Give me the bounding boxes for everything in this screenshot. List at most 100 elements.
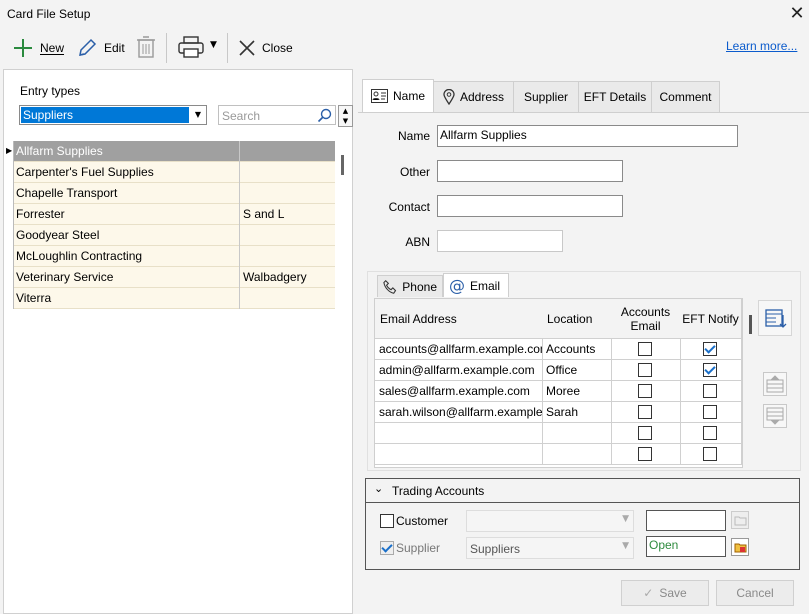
card-name: Viterra [16, 291, 52, 305]
name-field[interactable]: Allfarm Supplies [437, 125, 738, 147]
accounts-email-checkbox[interactable] [638, 384, 652, 398]
new-button[interactable]: New [12, 33, 64, 63]
card-row[interactable]: Carpenter's Fuel Supplies [4, 162, 335, 183]
email-address-cell[interactable] [375, 423, 543, 444]
chevron-down-icon: ▼ [622, 541, 629, 551]
customer-status-field[interactable] [646, 510, 726, 531]
customer-lookup-button[interactable] [731, 511, 749, 529]
eft-notify-checkbox[interactable] [703, 342, 717, 356]
email-address-cell[interactable]: accounts@allfarm.example.com [375, 339, 543, 360]
column-divider [239, 162, 240, 183]
tab-comment[interactable]: Comment [651, 81, 720, 112]
email-location-cell[interactable] [542, 423, 612, 444]
card-name: Chapelle Transport [16, 186, 118, 200]
save-button[interactable]: ✓ Save [621, 580, 709, 606]
abn-field[interactable] [437, 230, 563, 252]
column-divider [239, 288, 240, 309]
contact-field[interactable] [437, 195, 623, 217]
tab-eft-details[interactable]: EFT Details [578, 81, 652, 112]
column-divider [239, 225, 240, 246]
move-row-up-button[interactable] [763, 372, 787, 396]
email-location-cell[interactable]: Moree [542, 381, 612, 402]
accounts-email-header: Accounts Email [611, 299, 681, 339]
chevron-down-icon: ▼ [622, 514, 629, 524]
learn-more-link[interactable]: Learn more... [726, 39, 797, 53]
toolbar-divider [166, 33, 167, 63]
print-button[interactable] [178, 35, 206, 62]
card-row[interactable]: Forrester S and L [4, 204, 335, 225]
card-row[interactable]: Veterinary Service Walbadgery [4, 267, 335, 288]
card-row[interactable]: Viterra [4, 288, 335, 309]
move-row-down-button[interactable] [763, 404, 787, 428]
email-eft-cell [680, 339, 742, 360]
email-address-cell[interactable] [375, 444, 543, 465]
card-row[interactable]: Chapelle Transport [4, 183, 335, 204]
name-label: Name [397, 129, 430, 143]
email-eft-cell [680, 360, 742, 381]
supplier-checkbox[interactable] [380, 541, 394, 555]
other-field[interactable] [437, 160, 623, 182]
print-dropdown-icon[interactable]: ▼ [210, 40, 217, 50]
eft-notify-checkbox[interactable] [703, 384, 717, 398]
supplier-account-value: Suppliers [470, 542, 521, 556]
tab-email[interactable]: @ Email [443, 273, 509, 297]
supplier-status-field[interactable]: Open [646, 536, 726, 557]
eft-notify-checkbox[interactable] [703, 363, 717, 377]
edit-button[interactable]: Edit [76, 33, 125, 63]
grid-options-button[interactable] [758, 300, 792, 336]
accounts-email-checkbox[interactable] [638, 447, 652, 461]
customer-checkbox[interactable] [380, 514, 394, 528]
row-indicator [4, 162, 14, 183]
close-icon [239, 40, 255, 56]
email-address-cell[interactable]: sales@allfarm.example.com [375, 381, 543, 402]
window-close-icon[interactable]: ✕ [787, 4, 807, 24]
accounts-email-checkbox[interactable] [638, 363, 652, 377]
accounts-email-checkbox[interactable] [638, 405, 652, 419]
card-row[interactable]: Goodyear Steel [4, 225, 335, 246]
card-grid-scrollbar[interactable] [341, 155, 344, 175]
tab-supplier[interactable]: Supplier [513, 81, 579, 112]
tab-address[interactable]: Address [433, 81, 514, 112]
column-divider [239, 246, 240, 267]
cancel-button-label: Cancel [736, 586, 774, 600]
card-name: McLoughlin Contracting [16, 249, 143, 263]
spin-buttons[interactable]: ▲ ▼ [338, 105, 353, 127]
folder-icon [734, 543, 747, 553]
column-divider [239, 267, 240, 288]
toolbar-divider [227, 33, 228, 63]
tab-address-label: Address [459, 90, 505, 104]
accounts-email-checkbox[interactable] [638, 426, 652, 440]
map-pin-icon [443, 89, 455, 105]
window-title: Card File Setup [7, 7, 91, 21]
customer-account-select[interactable]: ▼ [466, 510, 634, 532]
card-row[interactable]: ▶ Allfarm Supplies [4, 141, 335, 162]
column-divider [239, 183, 240, 204]
card-row[interactable]: McLoughlin Contracting [4, 246, 335, 267]
eft-notify-checkbox[interactable] [703, 405, 717, 419]
email-location-cell[interactable]: Accounts [542, 339, 612, 360]
accounts-email-checkbox[interactable] [638, 342, 652, 356]
email-address-cell[interactable]: sarah.wilson@allfarm.example.com [375, 402, 543, 423]
email-location-cell[interactable]: Sarah [542, 402, 612, 423]
title-bar [0, 0, 809, 30]
eft-notify-checkbox[interactable] [703, 447, 717, 461]
email-location-cell[interactable]: Office [542, 360, 612, 381]
entry-types-select[interactable]: Suppliers ▼ [19, 105, 207, 125]
supplier-lookup-button[interactable] [731, 538, 749, 556]
contact-label: Contact [388, 200, 430, 214]
email-grid-scrollbar[interactable] [749, 315, 752, 334]
cancel-button[interactable]: Cancel [716, 580, 794, 606]
email-address-cell[interactable]: admin@allfarm.example.com [375, 360, 543, 381]
tab-phone[interactable]: Phone [377, 275, 443, 297]
tab-name[interactable]: Name [362, 79, 434, 112]
delete-button[interactable] [136, 35, 156, 62]
column-divider [239, 204, 240, 225]
eft-notify-checkbox[interactable] [703, 426, 717, 440]
email-eft-cell [680, 444, 742, 465]
email-location-cell[interactable] [542, 444, 612, 465]
trading-accounts-header[interactable]: ⌄ Trading Accounts [366, 479, 799, 503]
supplier-account-select[interactable]: Suppliers ▼ [466, 537, 634, 559]
trading-accounts-title: Trading Accounts [392, 484, 485, 498]
close-button[interactable]: Close [238, 33, 293, 63]
search-box[interactable]: Search [218, 105, 336, 125]
